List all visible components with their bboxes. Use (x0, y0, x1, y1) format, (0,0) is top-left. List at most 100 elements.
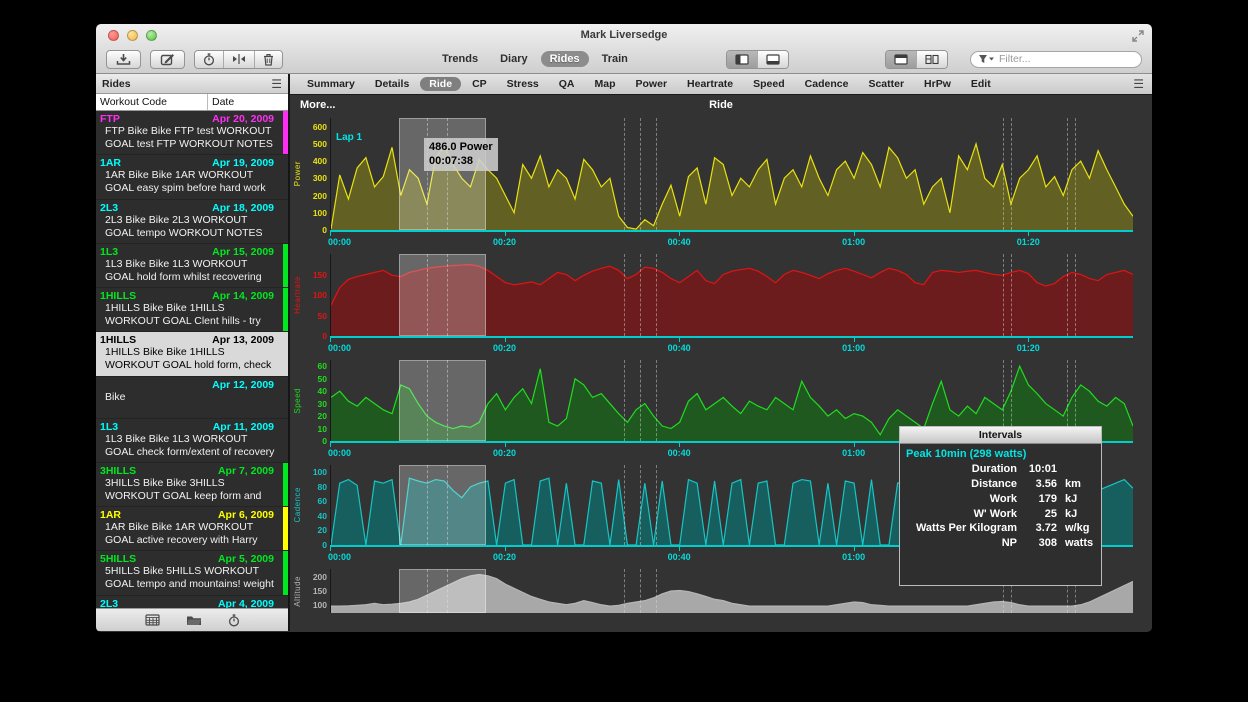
stopwatch-icon (203, 53, 215, 66)
ride-row[interactable]: 1ARApr 19, 20091AR Bike Bike 1AR WORKOUT… (96, 155, 288, 199)
chart-tab-summary[interactable]: Summary (298, 77, 364, 91)
selected-interval-region[interactable] (399, 118, 486, 230)
split-activity-button[interactable] (224, 51, 255, 68)
ride-date: Apr 12, 2009 (212, 379, 280, 391)
ride-description: 2L3 Bike Bike 2L3 WORKOUT (100, 214, 280, 227)
filter-field[interactable] (970, 51, 1142, 68)
intervals-popup-titlebar[interactable]: Intervals (900, 427, 1101, 444)
ride-row[interactable]: 3HILLSApr 7, 20093HILLS Bike Bike 3HILLS… (96, 463, 288, 507)
power-plot[interactable]: Lap 1486.0 Power00:07:38 (330, 118, 1133, 230)
interval-marker (656, 360, 657, 441)
interval-metric-label: Duration (900, 462, 1017, 477)
ride-description: Bike (100, 391, 280, 404)
ride-row[interactable]: FTPApr 20, 2009FTP Bike Bike FTP test WO… (96, 111, 288, 155)
interval-metric-unit: w/kg (1057, 521, 1101, 536)
intervals-popup-heading: Peak 10min (298 watts) (900, 444, 1101, 462)
interval-marker (624, 118, 625, 230)
ride-description: 1L3 Bike Bike 1L3 WORKOUT (100, 433, 280, 446)
delete-activity-button[interactable] (255, 51, 282, 68)
stopwatch-button[interactable] (195, 51, 224, 68)
interval-metric-row: W' Work25kJ (900, 507, 1101, 522)
selected-interval-region[interactable] (399, 465, 486, 545)
chart-tab-hrpw[interactable]: HrPw (915, 77, 960, 91)
split-icon (232, 53, 246, 65)
interval-marker (1075, 254, 1076, 336)
column-date[interactable]: Date (208, 94, 288, 110)
titlebar[interactable]: Mark Liversedge (96, 24, 1152, 45)
interval-metric-row: Distance3.56km (900, 477, 1101, 492)
chart-tab-speed[interactable]: Speed (744, 77, 794, 91)
interval-marker (640, 254, 641, 336)
time-tick-label: 00:20 (493, 552, 516, 562)
ride-color-bar (283, 111, 288, 154)
ride-description: 1HILLS Bike Bike 1HILLS (100, 346, 280, 359)
download-activity-button[interactable] (106, 50, 141, 69)
expand-icon[interactable] (1132, 30, 1144, 42)
ride-row[interactable]: 1ARApr 6, 20091AR Bike Bike 1AR WORKOUTG… (96, 507, 288, 551)
ride-row[interactable]: 1HILLSApr 13, 20091HILLS Bike Bike 1HILL… (96, 332, 288, 376)
selected-interval-region[interactable] (399, 254, 486, 336)
toggle-tabbed-view[interactable] (886, 51, 917, 68)
calendar-icon[interactable] (145, 614, 160, 626)
intervals-popup: Intervals Peak 10min (298 watts) Duratio… (899, 426, 1102, 586)
chart-tab-scatter[interactable]: Scatter (859, 77, 913, 91)
chart-tab-details[interactable]: Details (366, 77, 418, 91)
ride-row[interactable]: Apr 12, 2009Bike (96, 377, 288, 419)
chart-tab-cp[interactable]: CP (463, 77, 496, 91)
edit-activity-button[interactable] (150, 50, 185, 69)
time-tick-label: 00:20 (493, 448, 516, 458)
interval-marker (1067, 254, 1068, 336)
chart-tab-heartrate[interactable]: Heartrate (678, 77, 742, 91)
chart-tab-edit[interactable]: Edit (962, 77, 1000, 91)
speed-ytick: 30 (318, 399, 327, 409)
chart-tab-power[interactable]: Power (627, 77, 677, 91)
ride-row[interactable]: 1L3Apr 15, 20091L3 Bike Bike 1L3 WORKOUT… (96, 244, 288, 288)
chart-tab-stress[interactable]: Stress (498, 77, 548, 91)
chart-tab-qa[interactable]: QA (550, 77, 584, 91)
toggle-sidebar[interactable] (727, 51, 758, 68)
stopwatch-icon[interactable] (228, 614, 240, 627)
heartrate-axis-label: Heartrate (293, 276, 302, 314)
view-tab-train[interactable]: Train (593, 51, 637, 67)
chart-tab-cadence[interactable]: Cadence (796, 77, 858, 91)
selected-interval-region[interactable] (399, 569, 486, 613)
view-tab-diary[interactable]: Diary (491, 51, 537, 67)
interval-marker (640, 118, 641, 230)
sidebar-menu-icon[interactable]: ☰ (271, 78, 282, 90)
ride-date: Apr 7, 2009 (218, 465, 280, 477)
zoom-button[interactable] (146, 30, 157, 41)
ride-workout-code: 1AR (100, 509, 121, 521)
chart-menu-icon[interactable]: ☰ (1133, 78, 1144, 90)
cadence-ytick: 60 (318, 496, 327, 506)
intervals-popup-rows: Duration10:01Distance3.56kmWork179kJW' W… (900, 462, 1101, 551)
column-workout-code[interactable]: Workout Code (96, 94, 208, 110)
ride-row[interactable]: 2L3Apr 4, 20092L3 Bike Bike 2L3 WORKOUTG… (96, 596, 288, 609)
time-tick-label: 01:00 (842, 237, 865, 247)
folder-icon[interactable] (186, 614, 202, 626)
ride-row[interactable]: 2L3Apr 18, 20092L3 Bike Bike 2L3 WORKOUT… (96, 200, 288, 244)
chart-tab-map[interactable]: Map (586, 77, 625, 91)
power-ytick: 100 (313, 208, 327, 218)
filter-input[interactable] (999, 53, 1119, 65)
minimize-button[interactable] (127, 30, 138, 41)
close-button[interactable] (108, 30, 119, 41)
ride-row[interactable]: 1HILLSApr 14, 20091HILLS Bike Bike 1HILL… (96, 288, 288, 332)
view-tab-trends[interactable]: Trends (433, 51, 487, 67)
ride-row[interactable]: 1L3Apr 11, 20091L3 Bike Bike 1L3 WORKOUT… (96, 419, 288, 463)
power-ytick: 300 (313, 173, 327, 183)
selected-interval-region[interactable] (399, 360, 486, 441)
chart-tab-ride[interactable]: Ride (420, 77, 461, 91)
altitude-ytick: 200 (313, 572, 327, 582)
interval-marker (1003, 254, 1004, 336)
chart-tab-bar: SummaryDetailsRideCPStressQAMapPowerHear… (290, 74, 1152, 95)
interval-metric-row: Duration10:01 (900, 462, 1101, 477)
ride-description: 1L3 Bike Bike 1L3 WORKOUT (100, 258, 280, 271)
heartrate-ytick: 50 (318, 311, 327, 321)
toggle-tiled-view[interactable] (917, 51, 947, 68)
heartrate-plot[interactable] (330, 254, 1133, 336)
ride-row[interactable]: 5HILLSApr 5, 20095HILLS Bike 5HILLS WORK… (96, 551, 288, 595)
tabbed-view-icon (894, 54, 908, 65)
ride-date: Apr 13, 2009 (212, 334, 280, 346)
toggle-lowbar[interactable] (758, 51, 788, 68)
view-tab-rides[interactable]: Rides (541, 51, 589, 67)
